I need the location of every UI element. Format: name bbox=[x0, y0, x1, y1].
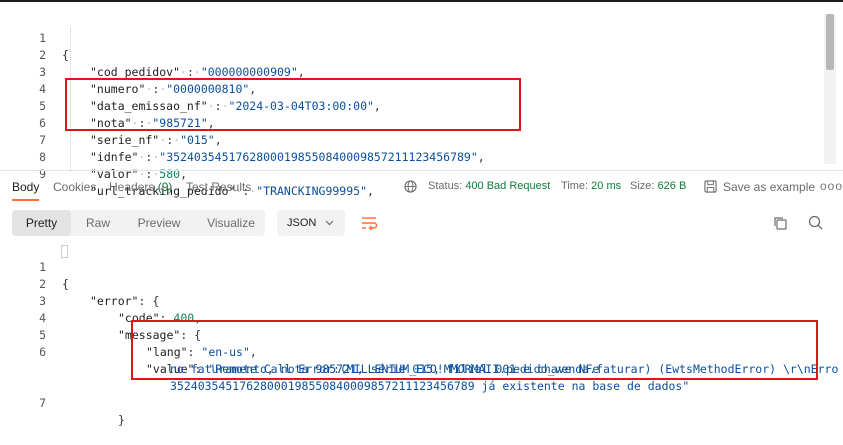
wrap-lines-icon[interactable] bbox=[355, 210, 383, 236]
status-code: 400 Bad Request bbox=[465, 180, 551, 192]
json-key: "error" bbox=[90, 293, 139, 308]
code-line: 3 "code": 400, bbox=[12, 276, 201, 325]
code-text: } bbox=[118, 412, 125, 427]
json-value-continued: 3524035451762800019855084000985721112345… bbox=[170, 378, 690, 393]
active-tab-indicator bbox=[12, 199, 39, 201]
json-value: "000000000909" bbox=[200, 64, 298, 79]
tab-headers[interactable]: Headers (9) bbox=[109, 180, 172, 194]
bracket-match-marker bbox=[61, 245, 68, 258]
code-line: 6 "value": "Remote Call Error:(MILLENIUM… bbox=[12, 327, 838, 376]
code-line: 7 } bbox=[12, 378, 125, 427]
view-pretty-button[interactable]: Pretty bbox=[12, 210, 71, 236]
json-value: "352403545176280001985508400098572111234… bbox=[159, 149, 478, 164]
save-as-example-button[interactable]: Save as example bbox=[723, 180, 815, 194]
editor-scrollbar-thumb[interactable] bbox=[826, 14, 834, 70]
json-key: "serie_nf" bbox=[90, 132, 160, 147]
json-key: "cod_pedidov" bbox=[90, 64, 181, 79]
code-line: 7 "idnfe"·:·"352403545176280001985508400… bbox=[12, 115, 485, 164]
more-options-icon[interactable]: ooo bbox=[820, 179, 843, 193]
copy-icon[interactable] bbox=[773, 216, 787, 230]
json-value: "015" bbox=[180, 132, 215, 147]
chevron-down-icon bbox=[325, 220, 334, 226]
headers-count-badge: (9) bbox=[157, 180, 173, 194]
code-line: 4 "data_emissao_nf"·:·"2024-03-04T03:00:… bbox=[12, 64, 381, 113]
json-key: "idnfe" bbox=[90, 149, 139, 164]
code-line: 9 "url_tracking_pedido"·:·"TRANCKING9999… bbox=[12, 149, 374, 198]
format-select[interactable]: JSON bbox=[277, 210, 345, 236]
highlight-box-response bbox=[131, 320, 818, 380]
code-line-wrap: no faturamento, nota 985721, série 015, … bbox=[12, 344, 599, 376]
time-readout[interactable]: Time: 20 ms bbox=[561, 180, 621, 192]
code-line: 1 { bbox=[12, 13, 69, 62]
view-preview-button[interactable]: Preview bbox=[125, 210, 193, 236]
view-visualize-button[interactable]: Visualize bbox=[197, 210, 265, 236]
panel-divider[interactable] bbox=[0, 170, 843, 171]
format-select-value: JSON bbox=[287, 217, 317, 229]
code-line: 4 "message": { bbox=[12, 293, 201, 342]
search-icon[interactable] bbox=[808, 215, 823, 230]
code-line: 8 "valor"·:·580, bbox=[12, 132, 187, 181]
status-readout[interactable]: Status: 400 Bad Request bbox=[428, 180, 550, 192]
tab-body[interactable]: Body bbox=[12, 180, 39, 194]
globe-icon[interactable] bbox=[404, 180, 417, 193]
code-line: 5 "nota"·:·"985721", bbox=[12, 81, 215, 130]
save-icon bbox=[704, 180, 717, 193]
view-raw-button[interactable]: Raw bbox=[75, 210, 121, 236]
code-line: 1 { bbox=[12, 242, 69, 291]
tab-test-results[interactable]: Test Results bbox=[186, 180, 251, 194]
code-line: 8 } bbox=[12, 394, 40, 400]
highlight-box-request bbox=[65, 78, 521, 131]
code-text: { bbox=[62, 47, 69, 62]
size-readout[interactable]: Size: 626 B bbox=[630, 180, 686, 192]
code-line: 2 "error": { bbox=[12, 259, 159, 308]
response-size: 626 B bbox=[657, 180, 687, 192]
tab-headers-label: Headers bbox=[109, 180, 155, 194]
response-time: 20 ms bbox=[591, 180, 622, 192]
code-line: 6 "serie_nf"·:·"015", bbox=[12, 98, 222, 147]
code-line: 2 "cod_pedidov"·:·"000000000909", bbox=[12, 30, 305, 79]
code-line: 3 "numero"·:·"0000000810", bbox=[12, 47, 256, 96]
window-top-edge bbox=[0, 0, 843, 2]
code-line-wrap: 3524035451762800019855084000985721112345… bbox=[12, 361, 689, 393]
code-text: { bbox=[62, 276, 69, 291]
code-line: 5 "lang": "en-us", bbox=[12, 310, 257, 359]
tab-cookies[interactable]: Cookies bbox=[53, 180, 96, 194]
